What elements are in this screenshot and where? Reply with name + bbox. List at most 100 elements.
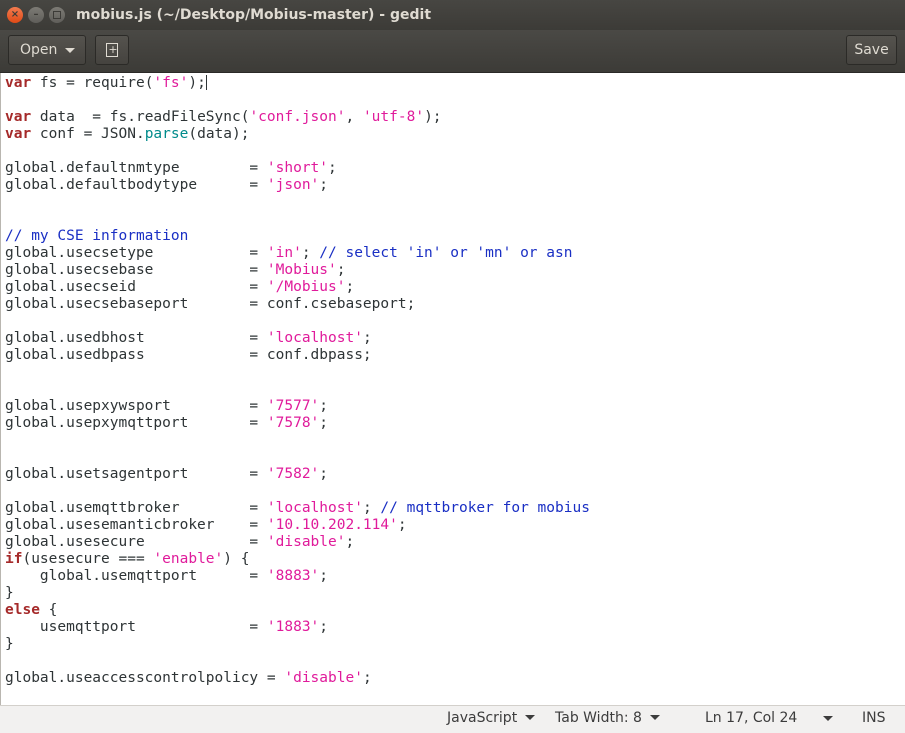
- code-line[interactable]: [5, 211, 590, 228]
- code-line[interactable]: [5, 194, 590, 211]
- open-button[interactable]: Open: [8, 35, 86, 65]
- code-token: ;: [362, 670, 372, 686]
- code-token: '1883': [266, 619, 320, 635]
- code-token: '7578': [266, 415, 320, 431]
- chevron-down-icon: [525, 715, 536, 720]
- code-line[interactable]: global.usesecure = 'disable';: [5, 534, 590, 551]
- code-token: 'json': [266, 177, 320, 193]
- open-button-label: Open: [20, 42, 58, 58]
- code-line[interactable]: [5, 143, 590, 160]
- code-line[interactable]: global.useaccesscontrolpolicy = 'disable…: [5, 670, 590, 687]
- code-token: ,: [345, 109, 363, 125]
- code-token: }: [5, 585, 14, 601]
- chevron-down-icon[interactable]: [823, 716, 833, 721]
- code-line[interactable]: global.usecseid = '/Mobius';: [5, 279, 590, 296]
- code-area[interactable]: var fs = require('fs'); var data = fs.re…: [5, 75, 590, 687]
- code-line[interactable]: global.usepxywsport = '7577';: [5, 398, 590, 415]
- code-line[interactable]: [5, 92, 590, 109]
- code-token: ;: [397, 517, 407, 533]
- save-button[interactable]: Save: [846, 35, 897, 65]
- code-line[interactable]: global.defaultnmtype = 'short';: [5, 160, 590, 177]
- code-line[interactable]: global.usetsagentport = '7582';: [5, 466, 590, 483]
- code-token: 'conf.json': [249, 109, 346, 125]
- code-token: global.usecseid =: [5, 279, 267, 295]
- window-title: mobius.js (~/Desktop/Mobius-master) - ge…: [76, 7, 432, 23]
- code-line[interactable]: global.usepxymqttport = '7578';: [5, 415, 590, 432]
- code-token: ;: [345, 534, 355, 550]
- code-token: 'disable': [266, 534, 346, 550]
- code-line[interactable]: if(usesecure === 'enable') {: [5, 551, 590, 568]
- chevron-down-icon: [649, 715, 660, 720]
- minimize-window-button[interactable]: –: [28, 7, 44, 23]
- code-token: 'in': [266, 245, 302, 261]
- code-token: (usesecure ===: [22, 551, 154, 567]
- code-line[interactable]: [5, 449, 590, 466]
- code-token: global.usesecure =: [5, 534, 267, 550]
- code-line[interactable]: var fs = require('fs');: [5, 75, 590, 92]
- code-token: global.usesemanticbroker =: [5, 517, 267, 533]
- code-token: ;: [301, 245, 320, 261]
- code-token: global.usecsebaseport = conf.csebaseport…: [5, 296, 416, 312]
- code-token: var: [5, 126, 32, 142]
- code-line[interactable]: var conf = JSON.parse(data);: [5, 126, 590, 143]
- maximize-window-button[interactable]: [49, 7, 65, 23]
- gedit-window: × – mobius.js (~/Desktop/Mobius-master) …: [0, 0, 905, 733]
- code-token: // my CSE information: [5, 228, 189, 244]
- code-line[interactable]: global.usesemanticbroker = '10.10.202.11…: [5, 517, 590, 534]
- code-line[interactable]: var data = fs.readFileSync('conf.json', …: [5, 109, 590, 126]
- code-token: global.usepxywsport =: [5, 398, 267, 414]
- code-line[interactable]: // my CSE information: [5, 228, 590, 245]
- code-line[interactable]: [5, 483, 590, 500]
- code-line[interactable]: [5, 432, 590, 449]
- code-token: global.usepxymqttport =: [5, 415, 267, 431]
- status-bar: JavaScript Tab Width: 8 Ln 17, Col 24 IN…: [0, 705, 905, 733]
- code-line[interactable]: [5, 364, 590, 381]
- header-toolbar: Open + Save: [0, 30, 905, 73]
- code-line[interactable]: global.usedbhost = 'localhost';: [5, 330, 590, 347]
- code-line[interactable]: usemqttport = '1883';: [5, 619, 590, 636]
- code-token: conf = JSON.: [31, 126, 145, 142]
- code-token: global.usedbpass = conf.dbpass;: [5, 347, 372, 363]
- code-line[interactable]: global.usedbpass = conf.dbpass;: [5, 347, 590, 364]
- code-token: ;: [319, 177, 329, 193]
- code-line[interactable]: global.defaultbodytype = 'json';: [5, 177, 590, 194]
- code-token: ;: [319, 398, 329, 414]
- code-line[interactable]: [5, 653, 590, 670]
- minimize-icon: –: [33, 9, 39, 20]
- code-token: }: [5, 636, 14, 652]
- code-token: // select 'in' or 'mn' or asn: [319, 245, 573, 261]
- code-token: ;: [345, 279, 355, 295]
- new-document-button[interactable]: +: [95, 35, 129, 65]
- code-token: global.usemqttbroker =: [5, 500, 267, 516]
- code-line[interactable]: }: [5, 585, 590, 602]
- tab-width-selector[interactable]: Tab Width: 8: [555, 706, 660, 733]
- code-line[interactable]: }: [5, 636, 590, 653]
- code-token: );: [188, 75, 206, 91]
- code-line[interactable]: global.usecsetype = 'in'; // select 'in'…: [5, 245, 590, 262]
- code-token: 'disable': [284, 670, 363, 686]
- code-line[interactable]: global.usemqttport = '8883';: [5, 568, 590, 585]
- code-token: global.usemqttport =: [5, 568, 267, 584]
- tab-width-label: Tab Width: 8: [555, 710, 642, 726]
- code-token: global.usetsagentport =: [5, 466, 267, 482]
- code-token: ;: [362, 330, 372, 346]
- code-token: global.defaultnmtype =: [5, 160, 267, 176]
- code-token: global.defaultbodytype =: [5, 177, 267, 193]
- language-selector[interactable]: JavaScript: [447, 706, 536, 733]
- code-line[interactable]: [5, 313, 590, 330]
- code-token: var: [5, 109, 32, 125]
- close-icon: ×: [10, 9, 20, 20]
- language-label: JavaScript: [447, 710, 518, 726]
- title-bar[interactable]: × – mobius.js (~/Desktop/Mobius-master) …: [0, 0, 905, 30]
- code-token: 'localhost': [266, 330, 363, 346]
- code-line[interactable]: global.usecsebaseport = conf.csebaseport…: [5, 296, 590, 313]
- close-window-button[interactable]: ×: [7, 7, 23, 23]
- code-token: global.usedbhost =: [5, 330, 267, 346]
- code-line[interactable]: global.usemqttbroker = 'localhost'; // m…: [5, 500, 590, 517]
- cursor-position[interactable]: Ln 17, Col 24: [705, 706, 797, 733]
- code-line[interactable]: global.usecsebase = 'Mobius';: [5, 262, 590, 279]
- code-line[interactable]: [5, 381, 590, 398]
- text-editor[interactable]: var fs = require('fs'); var data = fs.re…: [0, 73, 905, 705]
- code-line[interactable]: else {: [5, 602, 590, 619]
- code-token: global.usecsetype =: [5, 245, 267, 261]
